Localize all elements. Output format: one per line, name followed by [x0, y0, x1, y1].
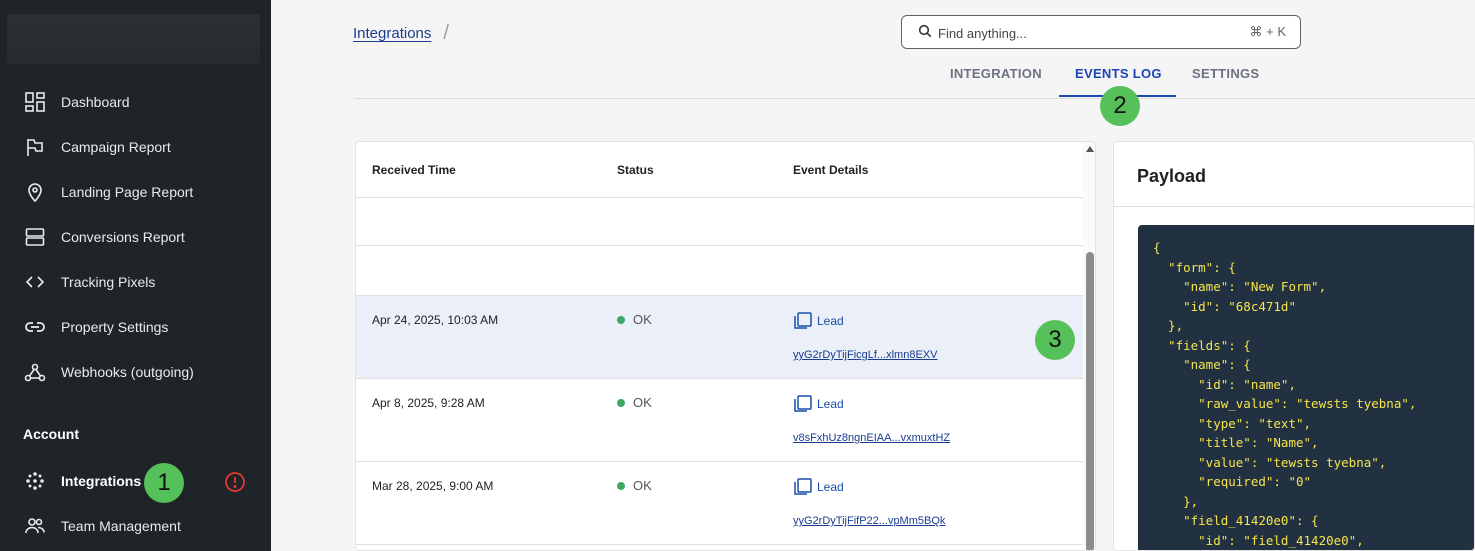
- annotation-badge: 2: [1100, 86, 1140, 126]
- integrations-icon: [24, 470, 46, 492]
- received-time: Apr 24, 2025, 10:03 AM: [372, 313, 499, 327]
- table-header: Received Time Status Event Details: [356, 142, 1083, 198]
- status-text: OK: [633, 395, 652, 410]
- status-text: OK: [633, 312, 652, 327]
- payload-divider: [1114, 206, 1474, 207]
- sidebar: Dashboard Campaign Report Landing Page R…: [0, 0, 271, 551]
- event-id-link[interactable]: v8sFxhUz8ngnEIAA...vxmuxtHZ: [793, 432, 950, 444]
- event-type: Lead: [817, 314, 844, 328]
- tab-integration[interactable]: INTEGRATION: [950, 66, 1042, 81]
- sidebar-item-property-settings[interactable]: Property Settings: [0, 307, 271, 347]
- search-bar[interactable]: ⌘ + K: [901, 15, 1301, 49]
- alert-icon[interactable]: [224, 471, 246, 493]
- table-row[interactable]: Mar 28, 2025, 9:00 AM OK Lead yyG2rDyTij…: [356, 462, 1083, 545]
- team-icon: [24, 515, 46, 537]
- rows-icon: [24, 226, 46, 248]
- event-type-link[interactable]: Lead: [793, 395, 844, 413]
- status-cell: OK: [617, 478, 652, 493]
- sidebar-item-webhooks[interactable]: Webhooks (outgoing): [0, 352, 271, 392]
- status-dot-icon: [617, 315, 625, 324]
- search-shortcut: ⌘ + K: [1249, 24, 1287, 39]
- search-input[interactable]: [938, 22, 1238, 44]
- column-header-event-details[interactable]: Event Details: [793, 163, 868, 177]
- copy-icon[interactable]: [793, 478, 813, 496]
- sidebar-item-label: Team Management: [61, 518, 181, 534]
- payload-title: Payload: [1137, 166, 1207, 186]
- sidebar-item-label: Property Settings: [61, 319, 169, 335]
- copy-icon[interactable]: [793, 312, 813, 330]
- scroll-up-arrow-icon[interactable]: [1086, 146, 1094, 152]
- table-scrollbar[interactable]: [1083, 142, 1095, 550]
- event-id-link[interactable]: yyG2rDyTijFicgLf...xlmn8EXV: [793, 349, 937, 361]
- sidebar-item-conversions-report[interactable]: Conversions Report: [0, 217, 271, 257]
- sidebar-item-label: Tracking Pixels: [61, 274, 156, 290]
- sidebar-item-label: Landing Page Report: [61, 184, 194, 200]
- sidebar-item-dashboard[interactable]: Dashboard: [0, 82, 271, 122]
- sidebar-item-label: Conversions Report: [61, 229, 185, 245]
- link-icon: [24, 316, 46, 338]
- breadcrumb-integrations-link[interactable]: Integrations: [353, 25, 431, 42]
- table-row-empty: [356, 198, 1083, 246]
- breadcrumb-separator: /: [443, 22, 449, 44]
- search-icon: [918, 24, 932, 38]
- main-content: Integrations / ⌘ + K INTEGRATION EVENTS …: [271, 0, 1475, 551]
- tab-events-log[interactable]: EVENTS LOG: [1075, 66, 1162, 81]
- status-cell: OK: [617, 395, 652, 410]
- annotation-badge: 3: [1035, 320, 1075, 360]
- tab-divider: [354, 98, 1475, 99]
- code-icon: [24, 271, 46, 293]
- flag-icon: [24, 136, 46, 158]
- events-table: Received Time Status Event Details Apr 2…: [355, 141, 1096, 551]
- table-row-empty: [356, 246, 1083, 296]
- webhook-icon: [24, 361, 46, 383]
- payload-code-block[interactable]: { "form": { "name": "New Form", "id": "6…: [1138, 225, 1474, 550]
- status-dot-icon: [617, 481, 625, 490]
- logo[interactable]: [7, 14, 260, 64]
- table-row[interactable]: Apr 24, 2025, 10:03 AM OK Lead yyG2rDyTi…: [356, 296, 1083, 379]
- payload-panel: Payload { "form": { "name": "New Form", …: [1113, 141, 1475, 551]
- copy-icon[interactable]: [793, 395, 813, 413]
- payload-json: { "form": { "name": "New Form", "id": "6…: [1153, 240, 1417, 548]
- sidebar-item-label: Integrations: [61, 473, 142, 489]
- dashboard-icon: [24, 91, 46, 113]
- status-cell: OK: [617, 312, 652, 327]
- status-text: OK: [633, 478, 652, 493]
- event-type: Lead: [817, 480, 844, 494]
- event-id-link[interactable]: yyG2rDyTijFifP22...vpMm5BQk: [793, 515, 945, 527]
- event-type-link[interactable]: Lead: [793, 478, 844, 496]
- breadcrumb: Integrations /: [353, 22, 449, 45]
- sidebar-item-label: Campaign Report: [61, 139, 171, 155]
- annotation-badge: 1: [144, 463, 184, 503]
- sidebar-item-team-management[interactable]: Team Management: [0, 506, 271, 546]
- column-header-status[interactable]: Status: [617, 163, 654, 177]
- table-row[interactable]: Apr 8, 2025, 9:28 AM OK Lead v8sFxhUz8ng…: [356, 379, 1083, 462]
- received-time: Apr 8, 2025, 9:28 AM: [372, 396, 485, 410]
- column-header-received-time[interactable]: Received Time: [372, 163, 456, 177]
- sidebar-item-landing-page-report[interactable]: Landing Page Report: [0, 172, 271, 212]
- sidebar-item-label: Dashboard: [61, 94, 130, 110]
- received-time: Mar 28, 2025, 9:00 AM: [372, 479, 494, 493]
- sidebar-item-tracking-pixels[interactable]: Tracking Pixels: [0, 262, 271, 302]
- sidebar-item-campaign-report[interactable]: Campaign Report: [0, 127, 271, 167]
- status-dot-icon: [617, 398, 625, 407]
- account-section-title: Account: [23, 426, 79, 442]
- tab-settings[interactable]: SETTINGS: [1192, 66, 1259, 81]
- scrollbar-thumb[interactable]: [1086, 252, 1094, 550]
- event-type: Lead: [817, 397, 844, 411]
- event-type-link[interactable]: Lead: [793, 312, 844, 330]
- sidebar-item-label: Webhooks (outgoing): [61, 364, 194, 380]
- map-pin-icon: [24, 181, 46, 203]
- tab-bar: INTEGRATION EVENTS LOG SETTINGS: [271, 56, 1475, 98]
